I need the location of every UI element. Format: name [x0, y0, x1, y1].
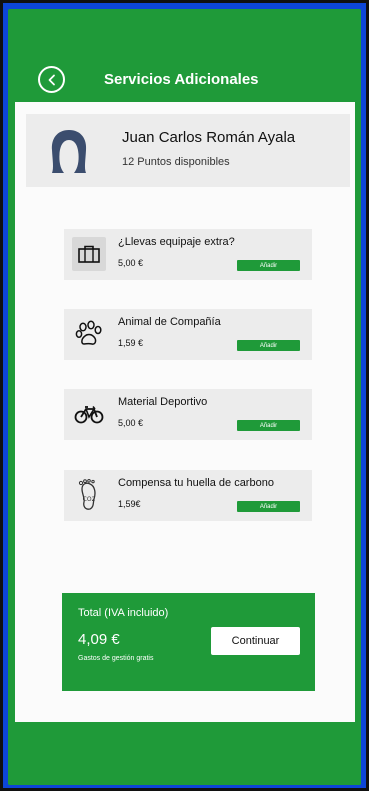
app-header: Servicios Adicionales: [8, 9, 361, 102]
total-label: Total (IVA incluido): [78, 607, 169, 619]
service-name: Compensa tu huella de carbono: [118, 477, 274, 489]
service-carbon-offset: CO2 Compensa tu huella de carbono 1,59€ …: [64, 470, 312, 521]
total-amount: 4,09 €: [78, 631, 120, 648]
main-content: Juan Carlos Román Ayala 12 Puntos dispon…: [15, 102, 355, 722]
service-price: 1,59€: [118, 499, 141, 509]
device-frame: Servicios Adicionales Juan Carlos Román …: [0, 0, 369, 791]
add-luggage-button[interactable]: Añadir: [237, 260, 300, 271]
paw-icon: [72, 317, 106, 351]
add-pet-button[interactable]: Añadir: [237, 340, 300, 351]
fees-note: Gastos de gestión gratis: [78, 655, 154, 662]
service-price: 5,00 €: [118, 258, 144, 268]
user-name: Juan Carlos Román Ayala: [122, 129, 296, 146]
footprint-co2-icon: CO2: [72, 478, 106, 512]
bicycle-icon: [72, 397, 106, 431]
service-price: 1,59 €: [118, 338, 144, 348]
luggage-icon: [72, 237, 106, 271]
user-profile-card: Juan Carlos Román Ayala 12 Puntos dispon…: [26, 114, 350, 187]
user-points: 12 Puntos disponibles: [122, 156, 230, 168]
service-name: Animal de Compañía: [118, 316, 221, 328]
service-extra-luggage: ¿Llevas equipaje extra? 5,00 € Añadir: [64, 229, 312, 280]
add-sports-gear-button[interactable]: Añadir: [237, 420, 300, 431]
add-carbon-offset-button[interactable]: Añadir: [237, 501, 300, 512]
svg-text:CO2: CO2: [83, 496, 96, 503]
app-screen: Servicios Adicionales Juan Carlos Román …: [8, 9, 361, 785]
total-summary: Total (IVA incluido) 4,09 € Gastos de ge…: [62, 593, 315, 691]
back-button[interactable]: [38, 66, 65, 93]
service-sports-gear: Material Deportivo 5,00 € Añadir: [64, 389, 312, 440]
service-price: 5,00 €: [118, 418, 144, 428]
chevron-left-icon: [48, 74, 55, 85]
service-name: ¿Llevas equipaje extra?: [118, 236, 235, 248]
user-avatar-icon: [51, 130, 87, 173]
app-footer: [8, 722, 361, 785]
continue-button[interactable]: Continuar: [211, 627, 300, 655]
service-pet: Animal de Compañía 1,59 € Añadir: [64, 309, 312, 360]
service-name: Material Deportivo: [118, 396, 208, 408]
page-title: Servicios Adicionales: [104, 71, 259, 88]
